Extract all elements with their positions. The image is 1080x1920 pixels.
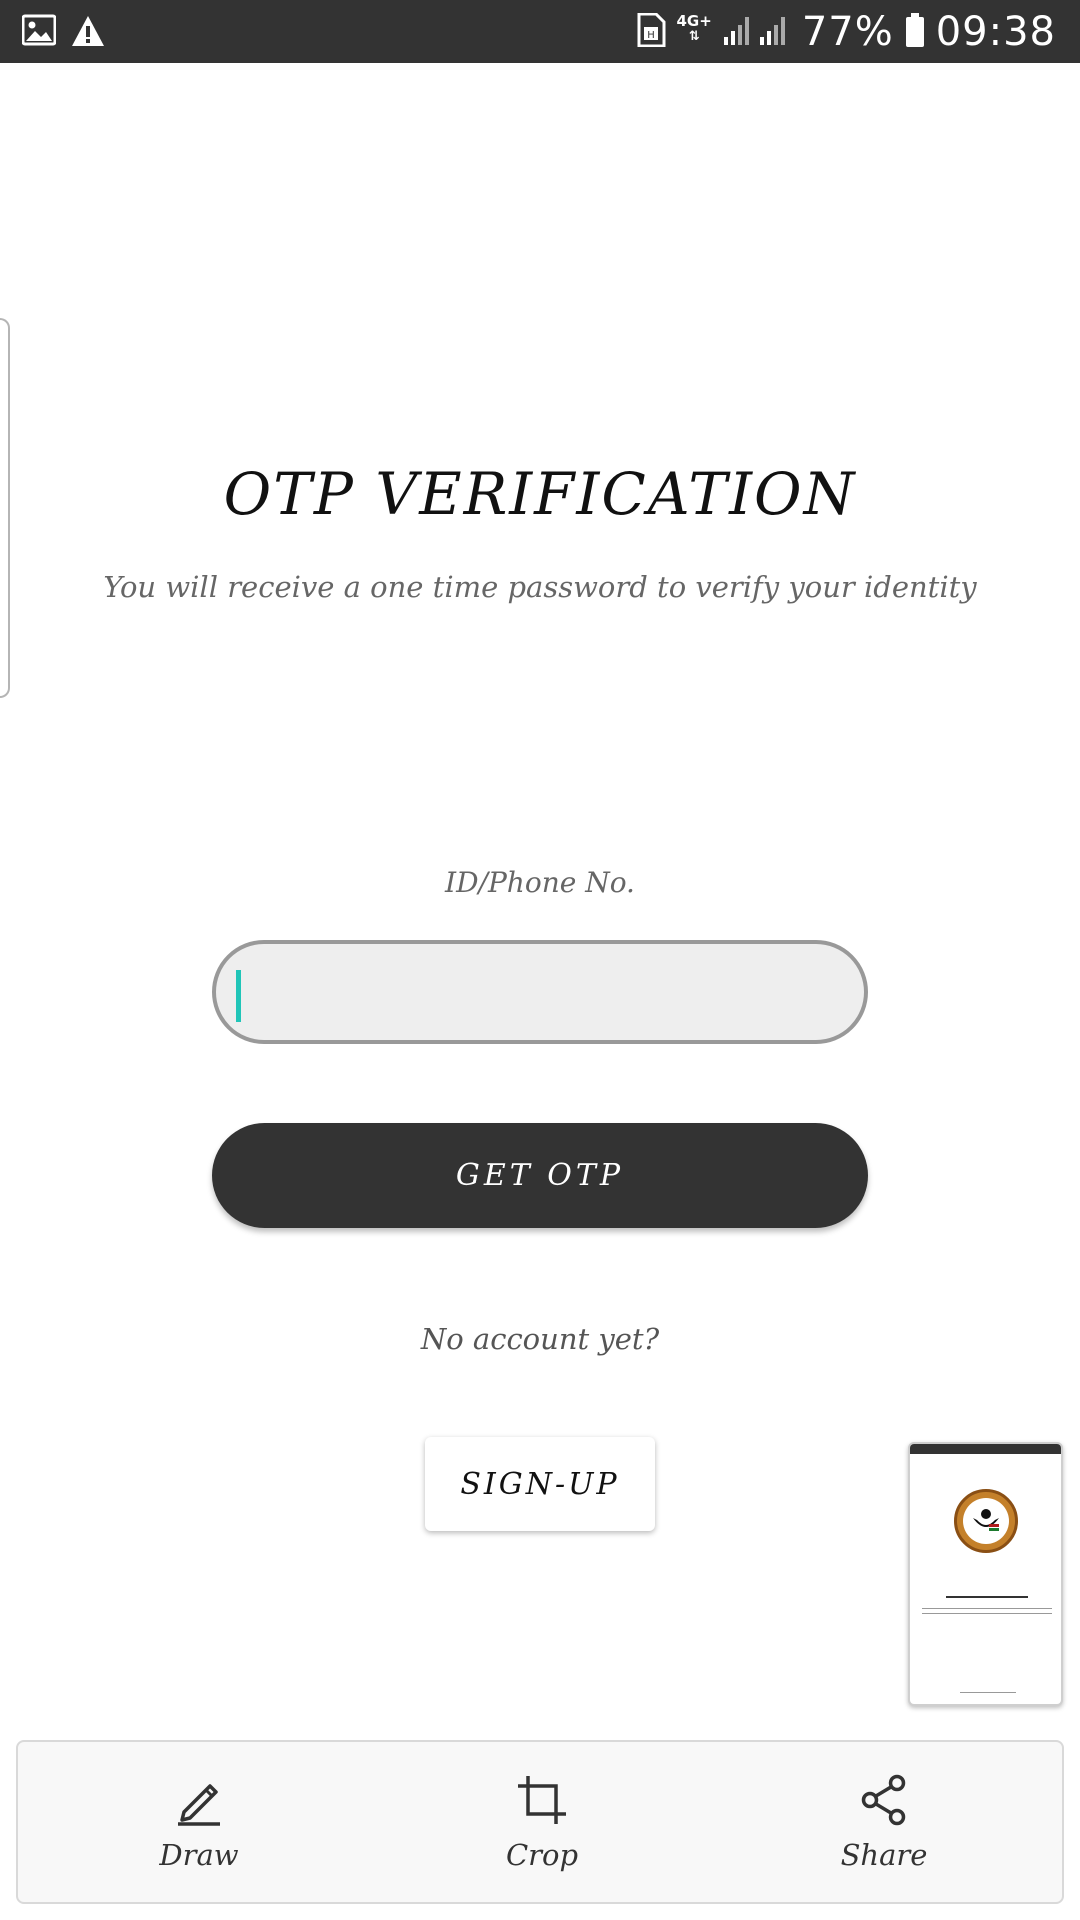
page-title: OTP VERIFICATION xyxy=(223,460,857,528)
thumbnail-text-line xyxy=(922,1608,1052,1609)
svg-text:H: H xyxy=(648,30,656,41)
screenshot-action-bar: Draw Crop Share xyxy=(16,1740,1064,1904)
clock: 09:38 xyxy=(935,8,1056,55)
share-action[interactable]: Share xyxy=(784,1742,984,1906)
get-otp-button[interactable]: GET OTP xyxy=(212,1123,868,1228)
draw-action[interactable]: Draw xyxy=(99,1742,299,1906)
share-icon xyxy=(859,1742,909,1830)
battery-icon xyxy=(904,12,926,52)
crop-icon xyxy=(516,1742,568,1830)
id-phone-input-container[interactable] xyxy=(212,940,868,1044)
thumbnail-footer-line xyxy=(960,1692,1016,1693)
data-arrows-icon: ⇅ xyxy=(688,28,700,44)
signal-icon xyxy=(722,13,792,51)
id-phone-label: ID/Phone No. xyxy=(445,866,635,899)
pencil-icon xyxy=(174,1742,224,1830)
thumbnail-text-line xyxy=(922,1613,1052,1614)
id-phone-input[interactable] xyxy=(236,956,836,1028)
thumbnail-heading-line xyxy=(946,1596,1028,1598)
share-label: Share xyxy=(840,1838,928,1872)
crop-label: Crop xyxy=(505,1838,579,1872)
status-bar: H 4G+ ⇅ 77% 09:38 xyxy=(0,0,1080,63)
page-subtitle: You will receive a one time password to … xyxy=(103,570,977,604)
thumbnail-logo xyxy=(954,1489,1018,1553)
screenshot-thumbnail[interactable] xyxy=(908,1442,1063,1706)
crop-action[interactable]: Crop xyxy=(442,1742,642,1906)
warning-icon xyxy=(70,14,106,52)
battery-percent: 77% xyxy=(801,8,894,55)
network-type: 4G+ ⇅ xyxy=(676,11,712,44)
text-caret xyxy=(236,970,241,1022)
sign-up-button[interactable]: SIGN-UP xyxy=(425,1437,655,1531)
no-account-text: No account yet? xyxy=(420,1322,660,1356)
image-icon xyxy=(21,14,57,50)
thumbnail-logo-inner xyxy=(963,1498,1009,1544)
draw-label: Draw xyxy=(159,1838,239,1872)
sim-icon: H xyxy=(636,12,666,51)
thumbnail-status-bar xyxy=(910,1444,1061,1454)
status-right: H 4G+ ⇅ 77% 09:38 xyxy=(636,0,1056,63)
